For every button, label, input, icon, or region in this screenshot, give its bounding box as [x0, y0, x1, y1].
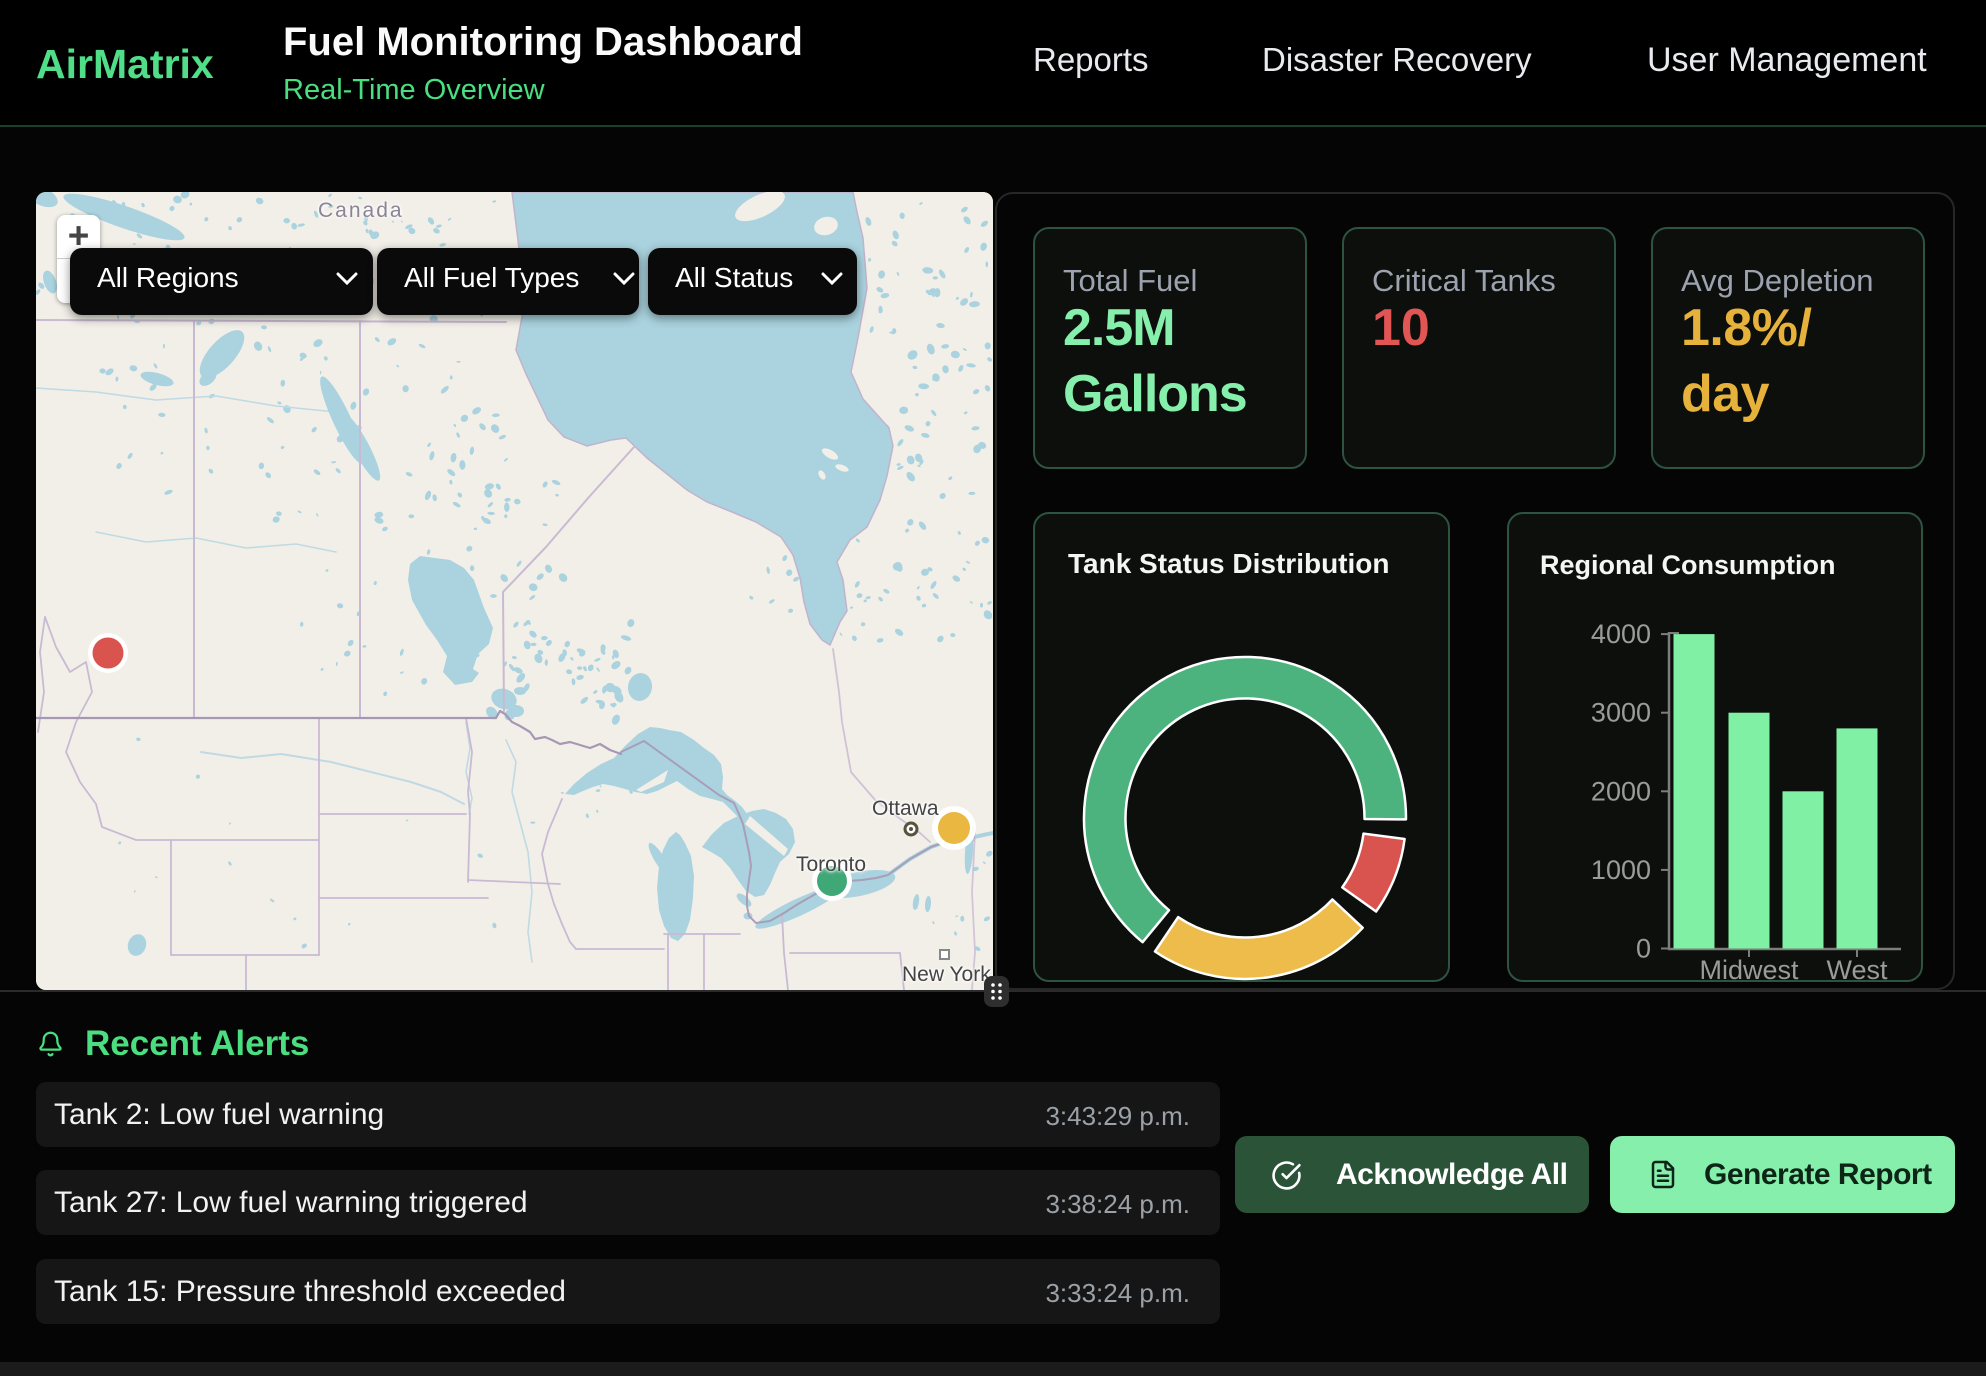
- svg-text:3000: 3000: [1591, 698, 1651, 728]
- svg-text:West: West: [1826, 955, 1888, 984]
- svg-text:4000: 4000: [1591, 619, 1651, 649]
- svg-text:1000: 1000: [1591, 855, 1651, 885]
- svg-text:2000: 2000: [1591, 776, 1651, 806]
- svg-text:Midwest: Midwest: [1699, 955, 1799, 984]
- svg-text:0: 0: [1636, 934, 1651, 964]
